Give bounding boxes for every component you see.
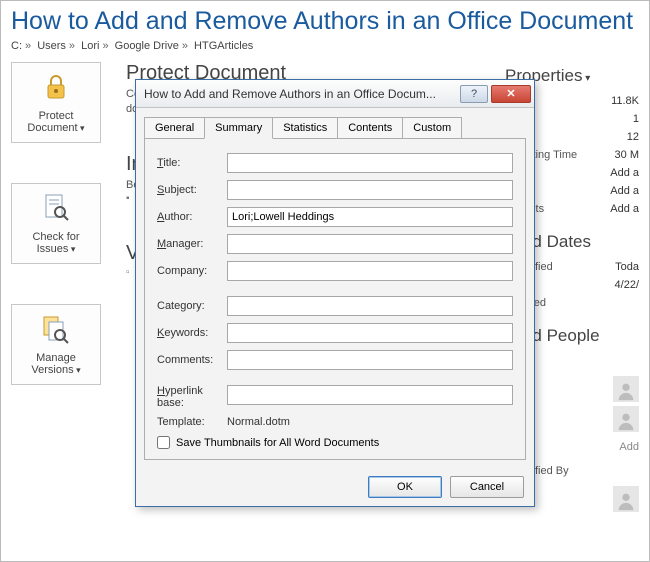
subject-label: Subject: xyxy=(157,184,227,196)
tab-general[interactable]: General xyxy=(144,117,205,139)
keywords-field[interactable] xyxy=(227,323,513,343)
breadcrumb: C:» Users» Lori» Google Drive» HTGArticl… xyxy=(1,38,649,62)
save-thumbnails-label: Save Thumbnails for All Word Documents xyxy=(176,437,379,449)
save-thumbnails-checkbox[interactable] xyxy=(157,436,170,449)
avatar[interactable] xyxy=(613,486,639,512)
tab-contents[interactable]: Contents xyxy=(337,117,403,139)
tile-label: Check for Issues xyxy=(16,231,96,255)
company-label: Company: xyxy=(157,265,227,277)
tile-label: Protect Document xyxy=(16,110,96,134)
properties-dialog: How to Add and Remove Authors in an Offi… xyxy=(135,79,535,507)
close-button[interactable]: ✕ xyxy=(491,85,531,103)
lock-icon xyxy=(40,71,72,106)
crumb[interactable]: Users xyxy=(37,40,66,52)
avatar[interactable] xyxy=(613,406,639,432)
avatar[interactable] xyxy=(613,376,639,402)
document-search-icon xyxy=(40,192,72,227)
check-issues-button[interactable]: Check for Issues xyxy=(11,183,101,264)
help-button[interactable]: ? xyxy=(460,85,488,103)
manage-versions-button[interactable]: Manage Versions xyxy=(11,304,101,385)
category-field[interactable] xyxy=(227,296,513,316)
cancel-button[interactable]: Cancel xyxy=(450,476,524,498)
ok-button[interactable]: OK xyxy=(368,476,442,498)
hyperlink-field[interactable] xyxy=(227,385,513,405)
subject-field[interactable] xyxy=(227,180,513,200)
tab-custom[interactable]: Custom xyxy=(402,117,462,139)
page-title: How to Add and Remove Authors in an Offi… xyxy=(1,1,649,38)
keywords-label: Keywords: xyxy=(157,327,227,339)
tab-summary[interactable]: Summary xyxy=(204,117,273,139)
crumb[interactable]: C: xyxy=(11,40,22,52)
author-field[interactable] xyxy=(227,207,513,227)
template-label: Template: xyxy=(157,416,227,428)
category-label: Category: xyxy=(157,300,227,312)
tab-statistics[interactable]: Statistics xyxy=(272,117,338,139)
title-field[interactable] xyxy=(227,153,513,173)
tab-panel-summary: Title: Subject: Author: Manager: Company… xyxy=(144,138,526,460)
crumb[interactable]: Google Drive xyxy=(115,40,179,52)
title-label: Title: xyxy=(157,157,227,169)
tab-strip: General Summary Statistics Contents Cust… xyxy=(136,108,534,138)
company-field[interactable] xyxy=(227,261,513,281)
crumb[interactable]: Lori xyxy=(81,40,99,52)
dialog-titlebar[interactable]: How to Add and Remove Authors in an Offi… xyxy=(136,80,534,108)
crumb[interactable]: HTGArticles xyxy=(194,40,253,52)
manager-field[interactable] xyxy=(227,234,513,254)
manager-label: Manager: xyxy=(157,238,227,250)
versions-icon xyxy=(40,313,72,348)
dialog-title: How to Add and Remove Authors in an Offi… xyxy=(136,87,460,101)
tile-label: Manage Versions xyxy=(16,352,96,376)
comments-label: Comments: xyxy=(157,354,227,366)
hyperlink-label: Hyperlinkbase: xyxy=(157,385,227,409)
comments-field[interactable] xyxy=(227,350,513,370)
template-value: Normal.dotm xyxy=(227,416,513,428)
author-label: Author: xyxy=(157,211,227,223)
protect-document-button[interactable]: Protect Document xyxy=(11,62,101,143)
